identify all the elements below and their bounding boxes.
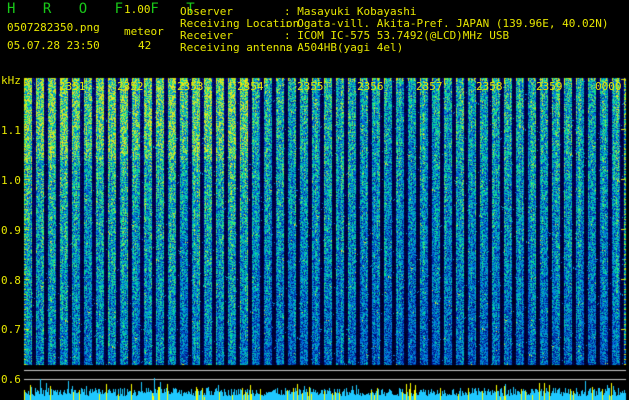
time-tick-label: 0000 — [595, 80, 622, 93]
time-tick-label: 2353 — [177, 80, 204, 93]
y-unit-label: kHz — [1, 74, 21, 87]
y-tick-label: 0.7 — [1, 323, 21, 336]
antenna-value: : A504HB(yagi 4el) — [284, 41, 404, 54]
hroft-window: H R O F F T 1.00 0507282350.png 05.07.28… — [0, 0, 629, 400]
time-tick-label: 2354 — [237, 80, 264, 93]
spectrogram-canvas — [0, 0, 629, 400]
antenna-key: Receiving antenna — [180, 41, 293, 54]
time-tick-label: 2356 — [357, 80, 384, 93]
time-tick-label: 2355 — [297, 80, 324, 93]
file-name: 0507282350.png — [7, 21, 100, 34]
app-title: H R O F F T — [7, 1, 205, 17]
time-tick-label: 2351 — [59, 80, 86, 93]
time-tick-label: 2359 — [536, 80, 563, 93]
y-tick-label: 1.1 — [1, 124, 21, 137]
app-version: 1.00 — [124, 3, 151, 16]
meteor-label: meteor — [124, 25, 164, 38]
y-tick-label: 0.6 — [1, 373, 21, 386]
time-tick-label: 2357 — [416, 80, 443, 93]
meteor-count: 42 — [138, 39, 152, 52]
time-tick-label: 2358 — [476, 80, 503, 93]
y-tick-label: 1.0 — [1, 174, 21, 187]
datetime: 05.07.28 23:50 — [7, 39, 100, 52]
time-tick-label: 2352 — [117, 80, 144, 93]
y-tick-label: 0.8 — [1, 274, 21, 287]
y-tick-label: 0.9 — [1, 224, 21, 237]
